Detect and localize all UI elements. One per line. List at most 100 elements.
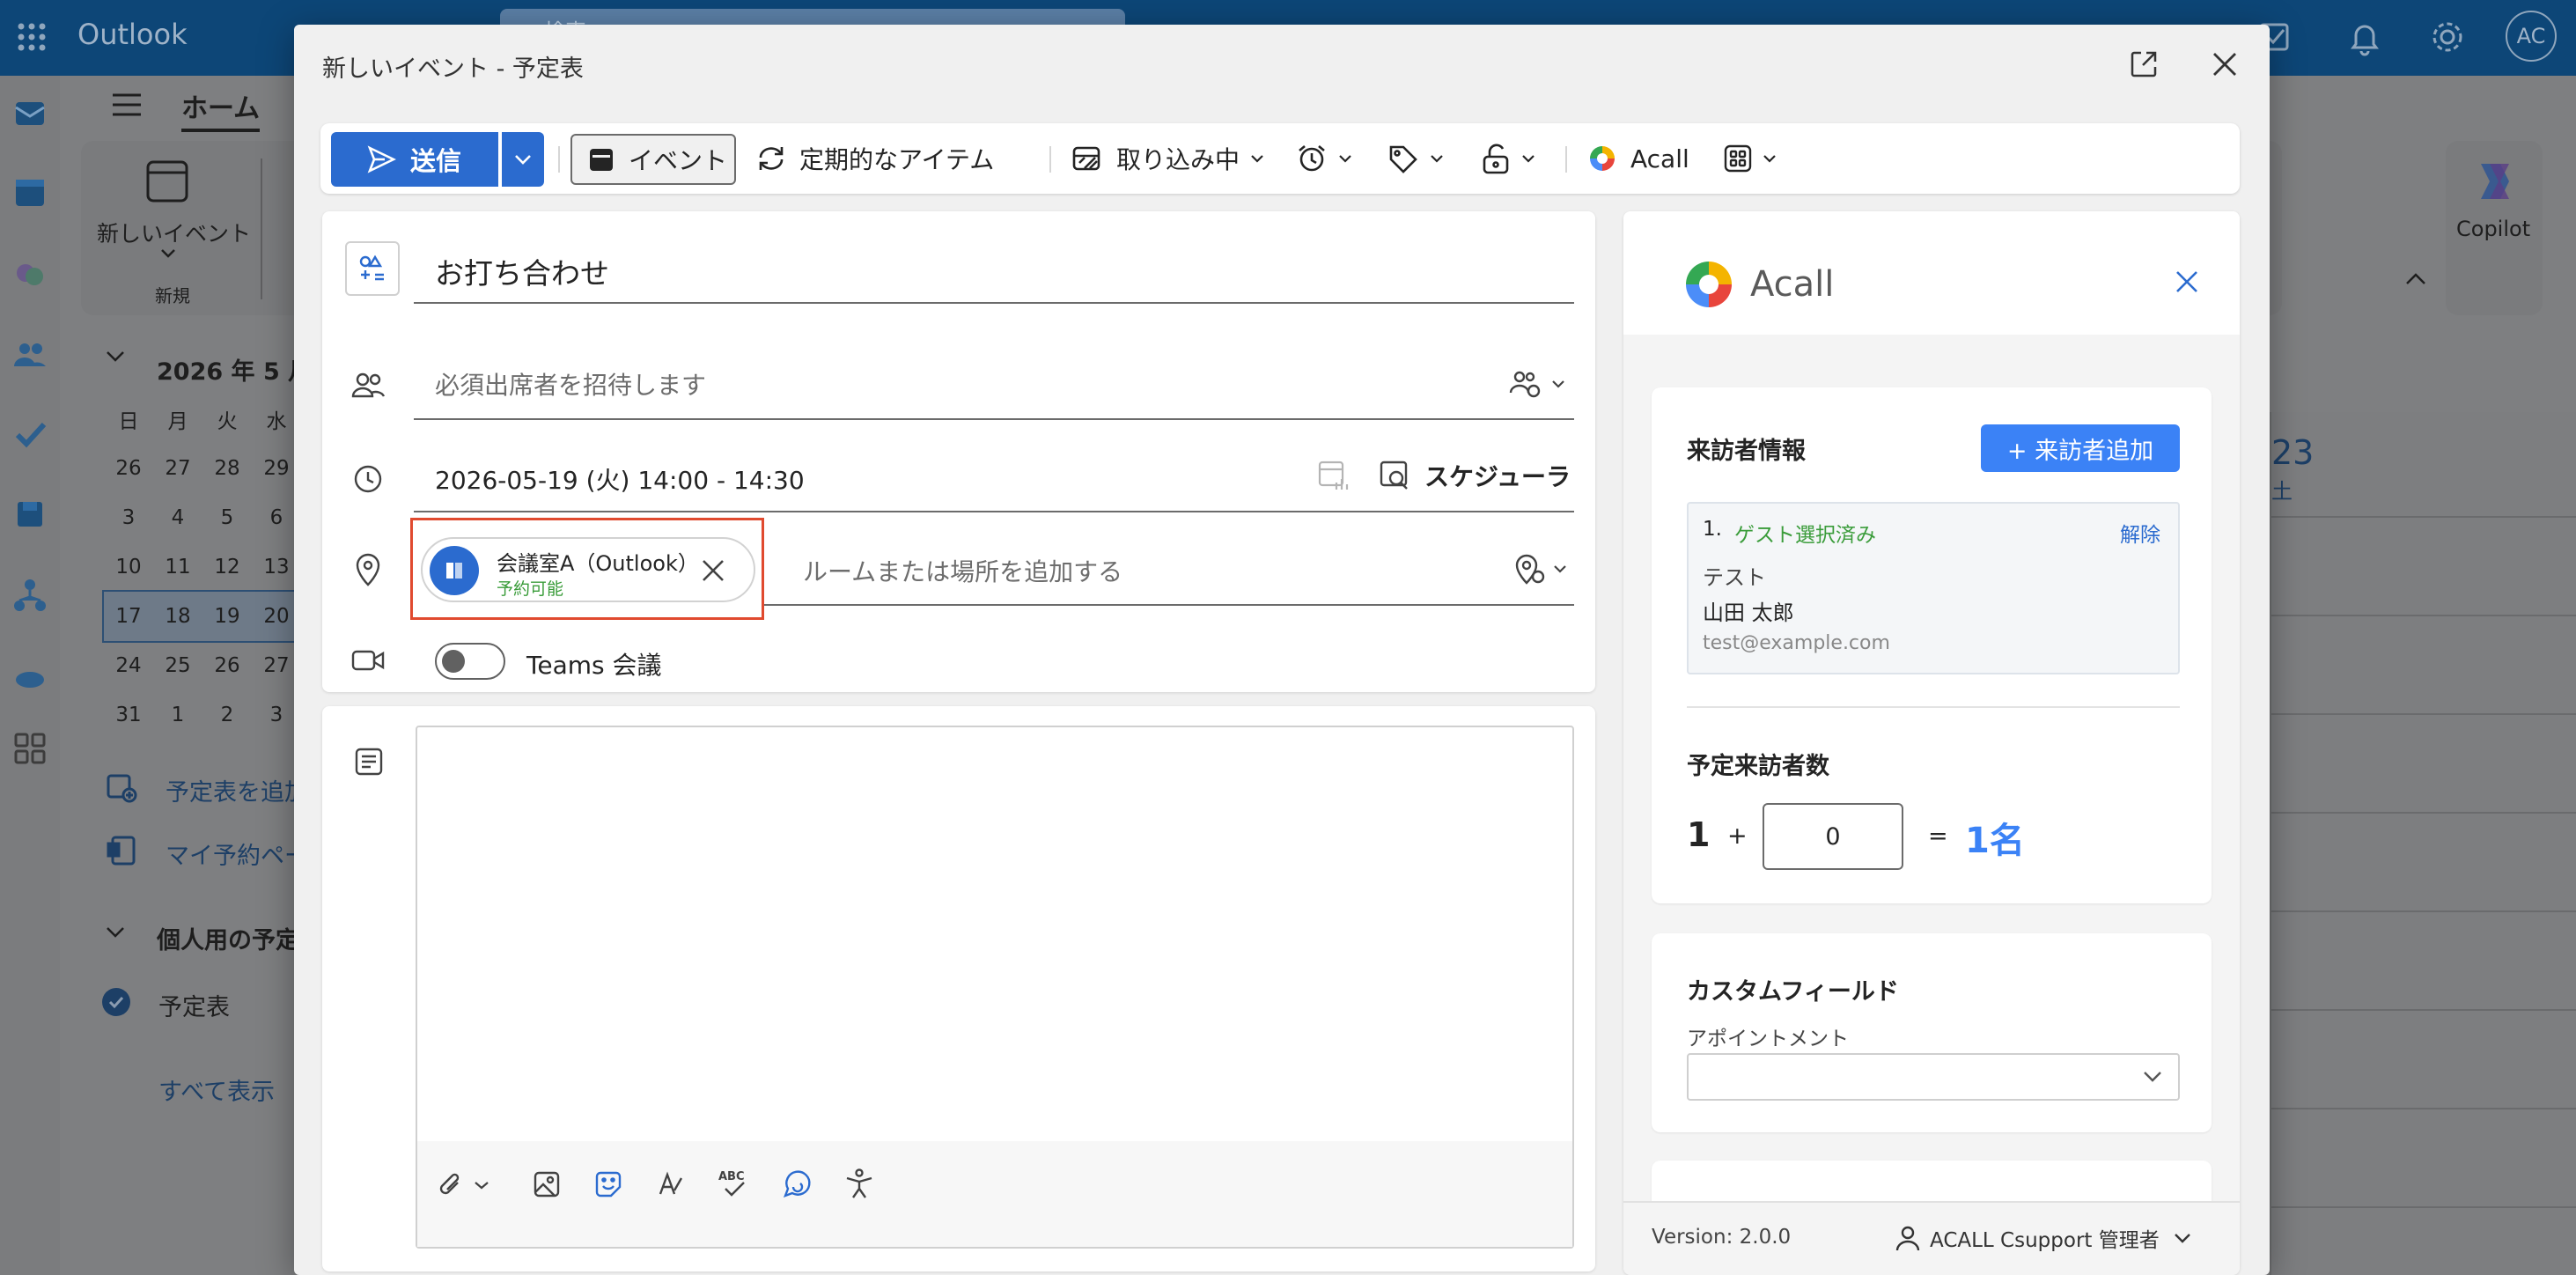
reminder-button[interactable] xyxy=(1296,123,1352,194)
location-pin-icon xyxy=(349,549,387,588)
field-underline xyxy=(764,604,1574,606)
recurring-button[interactable]: 定期的なアイテム xyxy=(755,123,994,194)
clock-icon xyxy=(349,460,387,498)
send-button[interactable]: 送信 xyxy=(331,132,498,187)
new-event-dialog: 新しいイベント - 予定表 送信 イベント 定期的なアイテム 取り込み中 Aca… xyxy=(294,25,2270,1275)
notes-icon xyxy=(354,747,384,777)
add-calendar-link[interactable]: 予定表を追加 xyxy=(166,773,308,807)
my-booking-link[interactable]: マイ予約ペー xyxy=(166,836,308,871)
sticker-icon[interactable] xyxy=(593,1169,623,1199)
attach-button[interactable] xyxy=(437,1169,493,1201)
privacy-button[interactable] xyxy=(1481,123,1535,194)
location-chip[interactable]: 会議室A（Outlook） 予約可能 xyxy=(421,537,755,602)
add-visitor-button[interactable]: + 来訪者追加 xyxy=(1981,424,2180,472)
calendar-day[interactable]: 28 xyxy=(202,444,252,493)
guest-list-item: 1. ゲスト選択済み 解除 テスト 山田 太郎 test@example.com xyxy=(1687,502,2180,674)
event-body-editor[interactable]: ABC xyxy=(416,726,1574,1249)
popout-icon[interactable] xyxy=(2129,49,2159,79)
user-menu[interactable]: ACALL Csupport 管理者 xyxy=(1895,1219,2191,1257)
grid-line xyxy=(2271,615,2576,616)
check-circle-icon[interactable] xyxy=(102,988,130,1016)
room-finder-button[interactable] xyxy=(1512,549,1576,588)
attendee-options-button[interactable] xyxy=(1509,366,1572,402)
spelling-check-icon[interactable]: ABC xyxy=(717,1166,750,1201)
personal-calendars-header[interactable]: 個人用の予定 xyxy=(157,921,299,955)
insert-image-icon[interactable] xyxy=(532,1169,562,1199)
chevron-down-icon[interactable] xyxy=(106,926,125,939)
send-options-button[interactable] xyxy=(502,132,544,187)
avatar[interactable]: AC xyxy=(2506,11,2557,62)
event-type-button[interactable]: イベント xyxy=(570,134,736,185)
show-all-link[interactable]: すべて表示 xyxy=(158,1072,275,1107)
appointment-select[interactable] xyxy=(1687,1053,2180,1101)
acall-panel: Acall 来訪者情報 + 来訪者追加 1. ゲスト選択済み 解除 テスト 山田… xyxy=(1623,211,2240,1275)
event-type-label: イベント xyxy=(629,146,728,175)
acall-addin-button[interactable]: Acall xyxy=(1588,123,1689,194)
calendar-item-label[interactable]: 予定表 xyxy=(158,988,230,1022)
calendar-day[interactable]: 10 xyxy=(104,542,153,592)
teams-toggle[interactable] xyxy=(435,643,505,680)
remove-location-icon[interactable] xyxy=(701,558,725,583)
bell-icon[interactable] xyxy=(2345,18,2384,56)
calendar-day[interactable]: 5 xyxy=(202,493,252,542)
event-title-input[interactable]: お打ち合わせ xyxy=(435,250,609,292)
event-toolbar: 送信 イベント 定期的なアイテム 取り込み中 Acall xyxy=(320,123,2240,194)
appointment-label: アポイントメント xyxy=(1687,1028,1849,1050)
more-apps-button[interactable] xyxy=(1724,123,1777,194)
category-picker-button[interactable] xyxy=(345,241,400,296)
calendar-day[interactable]: 31 xyxy=(104,690,153,740)
gear-icon[interactable] xyxy=(2428,18,2467,56)
attendees-input[interactable]: 必須出席者を招待します xyxy=(435,366,706,402)
calendar-day[interactable]: 3 xyxy=(104,493,153,542)
calendar-day[interactable]: 27 xyxy=(153,444,202,493)
tab-home[interactable]: ホーム xyxy=(181,86,261,132)
schedule-chart-icon[interactable] xyxy=(1317,458,1351,493)
datetime-field[interactable]: 2026-05-19 (火) 14:00 - 14:30 xyxy=(435,461,805,497)
scheduler-button[interactable]: スケジューラ xyxy=(1379,456,1571,495)
busy-status-button[interactable]: 取り込み中 xyxy=(1072,123,1264,194)
calendar-day[interactable]: 25 xyxy=(153,641,202,690)
day-number[interactable]: 23 xyxy=(2271,433,2314,472)
field-underline xyxy=(414,511,1574,512)
calendar-day[interactable]: 19 xyxy=(202,592,252,641)
chevron-down-icon[interactable] xyxy=(106,350,125,363)
chevron-down-icon xyxy=(2174,1234,2190,1243)
calendar-day[interactable]: 4 xyxy=(153,493,202,542)
calendar-day[interactable]: 17 xyxy=(104,592,153,641)
calendar-day[interactable]: 12 xyxy=(202,542,252,592)
category-grid-icon xyxy=(359,254,384,281)
location-chip-status: 予約可能 xyxy=(497,579,564,599)
calendar-day[interactable]: 26 xyxy=(202,641,252,690)
recurring-icon xyxy=(759,147,784,170)
loop-comment-icon[interactable] xyxy=(782,1169,812,1199)
extra-visitor-input[interactable]: 0 xyxy=(1763,803,1903,870)
calendar-day[interactable]: 18 xyxy=(153,592,202,641)
custom-fields-title: カスタムフィールド xyxy=(1687,978,1899,1006)
close-panel-icon[interactable] xyxy=(2175,269,2199,294)
svg-text:ABC: ABC xyxy=(718,1170,745,1183)
accessibility-icon[interactable] xyxy=(843,1168,875,1201)
copilot-button[interactable]: Copilot xyxy=(2446,141,2543,315)
calendar-day[interactable]: 1 xyxy=(153,690,202,740)
calendar-day[interactable]: 24 xyxy=(104,641,153,690)
new-event-icon[interactable] xyxy=(144,158,190,204)
hamburger-icon[interactable] xyxy=(111,92,143,118)
scheduler-label: スケジューラ xyxy=(1424,462,1571,491)
category-button[interactable] xyxy=(1387,123,1444,194)
calendar-day[interactable]: 26 xyxy=(104,444,153,493)
grid-line xyxy=(2271,1009,2576,1011)
chevron-up-icon[interactable] xyxy=(2405,273,2426,285)
weekday-label: 月 xyxy=(167,410,188,433)
app-launcher-icon[interactable] xyxy=(16,21,48,53)
close-icon[interactable] xyxy=(2212,51,2238,77)
calendar-day[interactable]: 11 xyxy=(153,542,202,592)
grid-line xyxy=(2271,812,2576,814)
weekday-label: 火 xyxy=(217,410,238,433)
location-input[interactable]: ルームまたは場所を追加する xyxy=(803,553,1122,588)
chevron-down-icon[interactable] xyxy=(160,248,176,259)
new-event-button[interactable]: 新しいイベント xyxy=(97,217,251,248)
calendar-day[interactable]: 2 xyxy=(202,690,252,740)
signature-icon[interactable] xyxy=(655,1169,685,1199)
guest-release-link[interactable]: 解除 xyxy=(2120,518,2160,548)
ribbon-divider xyxy=(261,158,262,299)
